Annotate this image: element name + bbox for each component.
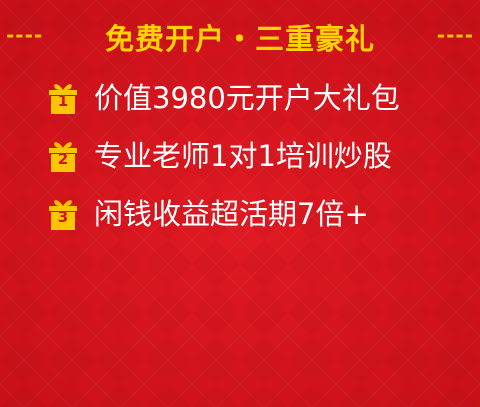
benefit-item-2: 2 专业老师1对1培训炒股 bbox=[48, 136, 468, 176]
benefit-text: 专业老师1对1培训炒股 bbox=[94, 139, 392, 173]
item-number: 2 bbox=[57, 150, 69, 168]
promo-banner: ---- 免费开户・三重豪礼 ---- 1 价值3980元开户大礼包 2 专业老… bbox=[0, 0, 480, 407]
item-number: 1 bbox=[57, 92, 69, 110]
title-dash-right: ---- bbox=[436, 23, 474, 47]
benefit-item-3: 3 闲钱收益超活期7倍+ bbox=[48, 194, 468, 234]
benefit-text: 价值3980元开户大礼包 bbox=[94, 81, 400, 115]
benefit-text: 闲钱收益超活期7倍+ bbox=[94, 197, 369, 231]
item-number: 3 bbox=[57, 208, 69, 226]
benefit-item-1: 1 价值3980元开户大礼包 bbox=[48, 78, 468, 118]
title-row: ---- 免费开户・三重豪礼 ---- bbox=[0, 12, 480, 58]
banner-title: 免费开户・三重豪礼 bbox=[104, 22, 375, 56]
